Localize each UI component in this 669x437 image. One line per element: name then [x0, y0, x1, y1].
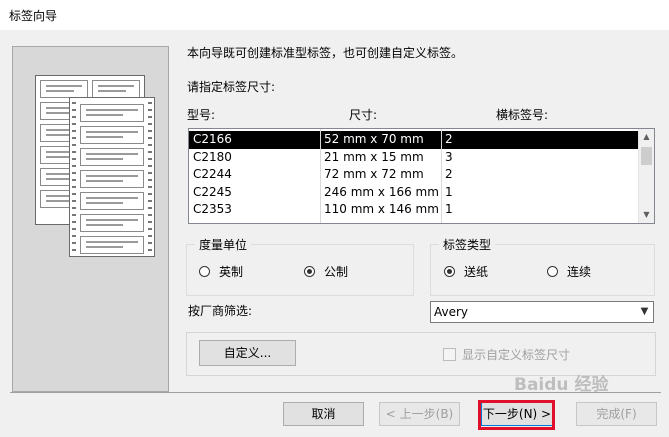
column-header-size: 尺寸: [349, 108, 378, 122]
radio-label: 连续 [567, 265, 592, 279]
across-cell: 2 [445, 132, 453, 146]
across-cell: 3 [445, 149, 453, 164]
radio-label: 公制 [324, 265, 349, 279]
label-wizard-dialog: 本向导既可创建标准型标签，也可创建自定义标签。 请指定标签尺寸: 型号: 尺寸:… [0, 30, 669, 437]
radio-indicator [444, 266, 455, 277]
chevron-up-icon[interactable]: ▲ [639, 129, 654, 145]
model-cell: C2244 [193, 167, 232, 181]
specify-size-label: 请指定标签尺寸: [187, 80, 276, 94]
cancel-button[interactable]: 取消 [283, 402, 364, 426]
size-cell: 246 mm x 166 mm [324, 184, 439, 199]
label-size-list[interactable]: C2166 52 mm x 70 mm 2 C2180 21 mm x 15 m… [188, 128, 655, 224]
show-custom-label: 显示自定义标签尺寸 [462, 348, 571, 362]
list-scrollbar[interactable]: ▲ ▼ [638, 129, 654, 223]
watermark: Baidu 经验 [514, 375, 609, 395]
radio-label: 送纸 [464, 265, 489, 279]
model-cell: C2245 [193, 184, 232, 199]
units-group: 度量单位 英制 公制 [186, 236, 414, 296]
show-custom-checkbox[interactable]: 显示自定义标签尺寸 [443, 346, 570, 363]
list-item[interactable]: C2353 110 mm x 146 mm 1 [189, 201, 639, 219]
window-title: 标签向导 [9, 9, 58, 23]
radio-imperial[interactable]: 英制 [199, 263, 243, 280]
across-cell: 1 [445, 184, 453, 199]
radio-label: 英制 [219, 265, 244, 279]
column-header-across: 横标签号: [496, 108, 549, 122]
checkbox-box [443, 348, 456, 361]
across-cell: 1 [445, 202, 453, 216]
custom-button[interactable]: 自定义... [199, 340, 296, 366]
across-cell: 2 [445, 167, 453, 181]
list-item[interactable]: C2166 52 mm x 70 mm 2 [189, 131, 639, 149]
red-highlight-box [478, 400, 555, 430]
radio-indicator [547, 266, 558, 277]
column-header-model: 型号: [187, 108, 216, 122]
radio-indicator [199, 266, 210, 277]
model-cell: C2180 [193, 149, 232, 164]
back-button[interactable]: < 上一步(B) [379, 402, 460, 426]
radio-metric[interactable]: 公制 [304, 263, 348, 280]
size-cell: 52 mm x 70 mm [324, 132, 424, 146]
model-cell: C2166 [193, 132, 232, 146]
list-item[interactable]: C2245 246 mm x 166 mm 1 [189, 184, 639, 202]
units-legend: 度量单位 [195, 236, 252, 253]
radio-indicator [304, 266, 315, 277]
column-divider [441, 129, 442, 223]
radio-sheet-feed[interactable]: 送纸 [444, 263, 488, 280]
label-type-group: 标签类型 送纸 连续 [430, 236, 655, 296]
size-cell: 72 mm x 72 mm [324, 167, 424, 181]
chevron-down-icon[interactable]: ▼ [636, 302, 653, 322]
label-sheets-illustration [12, 46, 169, 392]
scrollbar-thumb[interactable] [641, 147, 652, 165]
label-sheet-front [69, 97, 155, 257]
filter-label: 按厂商筛选: [188, 304, 253, 318]
radio-continuous[interactable]: 连续 [547, 263, 591, 280]
title-bar: 标签向导 [0, 0, 669, 30]
list-item[interactable]: C2244 72 mm x 72 mm 2 [189, 166, 639, 184]
column-divider [320, 129, 321, 223]
size-cell: 110 mm x 146 mm [324, 202, 439, 216]
vendor-filter-value: Avery [434, 305, 469, 319]
vendor-filter-select[interactable]: Avery ▼ [430, 301, 654, 323]
list-item[interactable]: C2180 21 mm x 15 mm 3 [189, 149, 639, 167]
wizard-description: 本向导既可创建标准型标签，也可创建自定义标签。 [187, 46, 464, 60]
label-type-legend: 标签类型 [439, 236, 496, 253]
chevron-down-icon[interactable]: ▼ [639, 207, 654, 223]
model-cell: C2353 [193, 202, 232, 216]
finish-button[interactable]: 完成(F) [576, 402, 657, 426]
size-cell: 21 mm x 15 mm [324, 149, 424, 164]
